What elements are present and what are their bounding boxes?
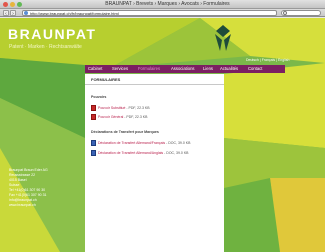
zoom-window-button[interactable]	[17, 2, 22, 7]
minimize-window-button[interactable]	[10, 2, 15, 7]
content-panel: FORMULAIRES Pouvoirs Pouvoir Substitué -…	[85, 74, 224, 252]
download-link[interactable]: Déclaration de Transfert Allemand/Anglai…	[98, 151, 189, 155]
address-block: Braunpat Braun Eder AG Reussstrasse 22 4…	[9, 168, 48, 208]
pdf-icon	[91, 114, 96, 120]
download-item: Pouvoir Substitué - PDF, 22.3 KB	[91, 105, 211, 111]
download-item: Déclaration de Transfert Allemand/Anglai…	[91, 150, 221, 156]
browser-window: BRAUNPAT › Brevets › Marques › Avocats ›…	[0, 0, 325, 252]
menu-item-actualites[interactable]: Actualités	[220, 65, 238, 73]
main-menu: Cabinet Services Formulaires Association…	[85, 65, 285, 73]
download-item: Déclaration de Transfert Allemand/França…	[91, 140, 221, 146]
close-window-button[interactable]	[3, 2, 8, 7]
file-info: - PDF, 22.3 KB	[124, 115, 148, 119]
doc-icon	[91, 140, 96, 146]
menu-item-contact[interactable]: Contact	[248, 65, 262, 73]
download-link[interactable]: Déclaration de Transfert Allemand/França…	[98, 141, 190, 145]
menu-item-cabinet[interactable]: Cabinet	[88, 65, 102, 73]
search-field[interactable]	[281, 10, 321, 16]
menu-item-services[interactable]: Services	[112, 65, 128, 73]
tagline: Patent · Marken · Rechtsanwälte	[9, 44, 82, 50]
file-info: - PDF, 22.3 KB	[126, 106, 150, 110]
file-info: - DOC, 39.0 KB	[164, 151, 189, 155]
download-item: Pouvoir Général - PDF, 22.3 KB	[91, 114, 211, 120]
section-heading-pouvoirs: Pouvoirs	[91, 95, 107, 99]
back-button[interactable]: ‹	[3, 10, 9, 17]
browser-toolbar: ‹ › http://www.braunpat.ch/fr/braunpat/f…	[0, 9, 325, 17]
menu-item-formulaires[interactable]: Formulaires	[138, 65, 160, 73]
site-icon	[24, 11, 28, 15]
website-link[interactable]: www.braunpat.ch	[9, 203, 48, 208]
search-icon	[283, 11, 287, 15]
file-info: - DOC, 39.0 KB	[166, 141, 191, 145]
menu-item-liens[interactable]: Liens	[203, 65, 213, 73]
doc-icon	[91, 150, 96, 156]
download-link[interactable]: Pouvoir Substitué - PDF, 22.3 KB	[98, 106, 150, 110]
website: BRAUNPAT Patent · Marken · Rechtsanwälte…	[0, 18, 325, 252]
download-link[interactable]: Pouvoir Général - PDF, 22.3 KB	[98, 115, 147, 119]
address-bar[interactable]: http://www.braunpat.ch/fr/braunpat/formu…	[22, 10, 277, 16]
menu-item-associations[interactable]: Associations	[171, 65, 195, 73]
brand-logo-text[interactable]: BRAUNPAT	[8, 26, 96, 42]
pdf-icon	[91, 105, 96, 111]
page-title: FORMULAIRES	[91, 77, 121, 82]
language-switcher[interactable]: Deutsch | Français | English	[246, 58, 289, 62]
window-title: BRAUNPAT › Brevets › Marques › Avocats ›…	[105, 1, 230, 7]
logo-icon	[215, 25, 231, 51]
forward-button[interactable]: ›	[10, 10, 16, 17]
section-heading-transfert: Déclarations de Transfert pour Marques	[91, 130, 159, 134]
divider	[85, 84, 224, 85]
title-bar: BRAUNPAT › Brevets › Marques › Avocats ›…	[0, 0, 325, 9]
